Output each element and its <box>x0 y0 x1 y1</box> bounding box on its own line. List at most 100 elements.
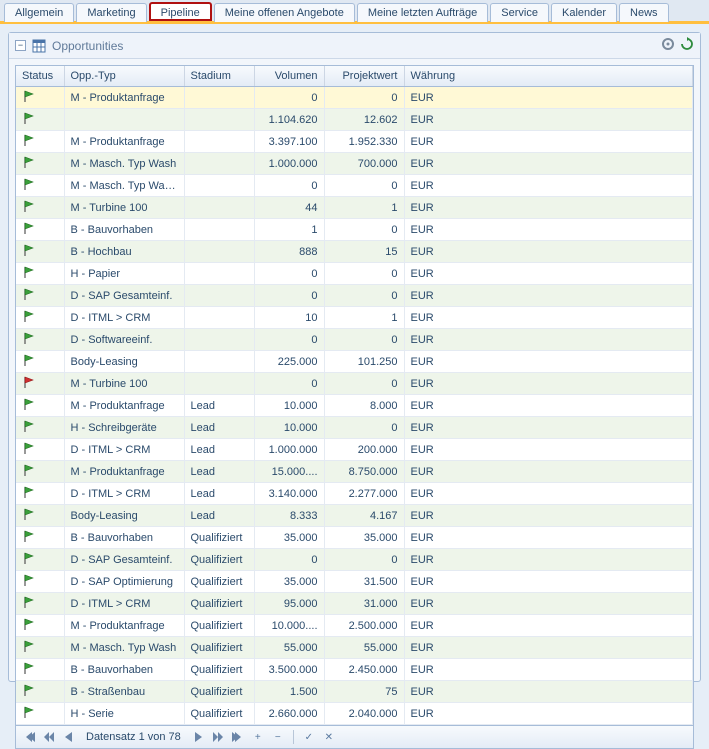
cell[interactable]: EUR <box>404 571 693 593</box>
cell[interactable]: 75 <box>324 681 404 703</box>
cell[interactable]: 15 <box>324 241 404 263</box>
nav-prev-icon[interactable] <box>60 729 78 745</box>
cell[interactable] <box>16 571 64 593</box>
tab-meine-offenen-angebote[interactable]: Meine offenen Angebote <box>214 3 355 22</box>
cell[interactable]: 3.140.000 <box>254 483 324 505</box>
cell[interactable]: 0 <box>254 87 324 109</box>
cell[interactable]: 10 <box>254 307 324 329</box>
cell[interactable]: 0 <box>254 263 324 285</box>
table-row[interactable]: Body-LeasingLead8.3334.167EUR <box>16 505 693 527</box>
cell[interactable]: Qualifiziert <box>184 593 254 615</box>
cell[interactable]: Qualifiziert <box>184 681 254 703</box>
tab-kalender[interactable]: Kalender <box>551 3 617 22</box>
cell[interactable]: 4.167 <box>324 505 404 527</box>
cell[interactable]: 0 <box>324 263 404 285</box>
cell[interactable]: EUR <box>404 307 693 329</box>
cell[interactable]: Qualifiziert <box>184 659 254 681</box>
cell[interactable]: B - Bauvorhaben <box>64 527 184 549</box>
cell[interactable]: 700.000 <box>324 153 404 175</box>
cell[interactable]: H - Schreibgeräte <box>64 417 184 439</box>
cell[interactable]: M - Masch. Typ Wash <box>64 637 184 659</box>
cell[interactable]: 0 <box>324 219 404 241</box>
cell[interactable] <box>16 395 64 417</box>
tab-marketing[interactable]: Marketing <box>76 3 146 22</box>
cell[interactable]: D - SAP Optimierung <box>64 571 184 593</box>
cell[interactable]: 2.040.000 <box>324 703 404 725</box>
table-row[interactable]: B - Bauvorhaben10EUR <box>16 219 693 241</box>
cell[interactable]: 10.000 <box>254 417 324 439</box>
cell[interactable]: Qualifiziert <box>184 615 254 637</box>
cell[interactable]: EUR <box>404 659 693 681</box>
cell[interactable]: 0 <box>324 175 404 197</box>
cell[interactable]: 200.000 <box>324 439 404 461</box>
table-row[interactable]: M - Turbine 100441EUR <box>16 197 693 219</box>
cell[interactable]: 44 <box>254 197 324 219</box>
collapse-icon[interactable]: − <box>15 40 26 51</box>
cell[interactable]: 55.000 <box>254 637 324 659</box>
cell[interactable]: EUR <box>404 439 693 461</box>
cell[interactable]: B - Hochbau <box>64 241 184 263</box>
col-header-stadium[interactable]: Stadium <box>184 66 254 87</box>
table-row[interactable]: M - ProduktanfrageLead15.000....8.750.00… <box>16 461 693 483</box>
cell[interactable]: 0 <box>254 285 324 307</box>
cell[interactable] <box>16 197 64 219</box>
cell[interactable] <box>16 505 64 527</box>
cell[interactable]: 101.250 <box>324 351 404 373</box>
nav-next-icon[interactable] <box>189 729 207 745</box>
cell[interactable]: EUR <box>404 285 693 307</box>
cell[interactable] <box>184 373 254 395</box>
cell[interactable]: 0 <box>324 285 404 307</box>
table-row[interactable]: M - Turbine 10000EUR <box>16 373 693 395</box>
cell[interactable]: EUR <box>404 505 693 527</box>
table-row[interactable]: M - Masch. Typ WashQualifiziert55.00055.… <box>16 637 693 659</box>
tab-meine-letzten-aufträge[interactable]: Meine letzten Aufträge <box>357 3 488 22</box>
cell[interactable]: EUR <box>404 109 693 131</box>
table-row[interactable]: M - Produktanfrage3.397.1001.952.330EUR <box>16 131 693 153</box>
cell[interactable] <box>184 175 254 197</box>
cell[interactable] <box>184 131 254 153</box>
cell[interactable]: 0 <box>254 373 324 395</box>
cell[interactable] <box>184 307 254 329</box>
cell[interactable]: 3.500.000 <box>254 659 324 681</box>
cell[interactable]: Qualifiziert <box>184 637 254 659</box>
cell[interactable]: Lead <box>184 417 254 439</box>
cell[interactable]: D - ITML > CRM <box>64 593 184 615</box>
cell[interactable] <box>16 703 64 725</box>
cell[interactable]: M - Produktanfrage <box>64 87 184 109</box>
cell[interactable]: EUR <box>404 175 693 197</box>
table-row[interactable]: D - SAP Gesamteinf.Qualifiziert00EUR <box>16 549 693 571</box>
cell[interactable]: 3.397.100 <box>254 131 324 153</box>
cell[interactable]: 35.000 <box>254 527 324 549</box>
cell[interactable] <box>16 461 64 483</box>
cell[interactable]: EUR <box>404 615 693 637</box>
cell[interactable] <box>16 351 64 373</box>
tab-allgemein[interactable]: Allgemein <box>4 3 74 22</box>
cell[interactable]: B - Bauvorhaben <box>64 219 184 241</box>
cell[interactable] <box>184 263 254 285</box>
cell[interactable]: B - Bauvorhaben <box>64 659 184 681</box>
cell[interactable] <box>184 285 254 307</box>
nav-first-icon[interactable] <box>20 729 38 745</box>
cell[interactable]: Lead <box>184 505 254 527</box>
cell[interactable]: Qualifiziert <box>184 527 254 549</box>
cell[interactable] <box>184 351 254 373</box>
cell[interactable]: EUR <box>404 593 693 615</box>
table-row[interactable]: H - SerieQualifiziert2.660.0002.040.000E… <box>16 703 693 725</box>
remove-row-icon[interactable]: − <box>269 729 287 745</box>
cell[interactable]: H - Papier <box>64 263 184 285</box>
cell[interactable]: 15.000.... <box>254 461 324 483</box>
nav-next-page-icon[interactable] <box>209 729 227 745</box>
cell[interactable]: EUR <box>404 263 693 285</box>
cell[interactable]: 1.500 <box>254 681 324 703</box>
cell[interactable]: M - Produktanfrage <box>64 131 184 153</box>
tab-pipeline[interactable]: Pipeline <box>149 2 212 21</box>
cell[interactable] <box>64 109 184 131</box>
nav-last-icon[interactable] <box>229 729 247 745</box>
cell[interactable]: D - SAP Gesamteinf. <box>64 285 184 307</box>
cell[interactable]: 2.450.000 <box>324 659 404 681</box>
cell[interactable]: M - Masch. Typ Wash2 <box>64 175 184 197</box>
cell[interactable] <box>16 329 64 351</box>
cell[interactable]: 35.000 <box>254 571 324 593</box>
cell[interactable]: EUR <box>404 483 693 505</box>
table-row[interactable]: M - Masch. Typ Wash1.000.000700.000EUR <box>16 153 693 175</box>
